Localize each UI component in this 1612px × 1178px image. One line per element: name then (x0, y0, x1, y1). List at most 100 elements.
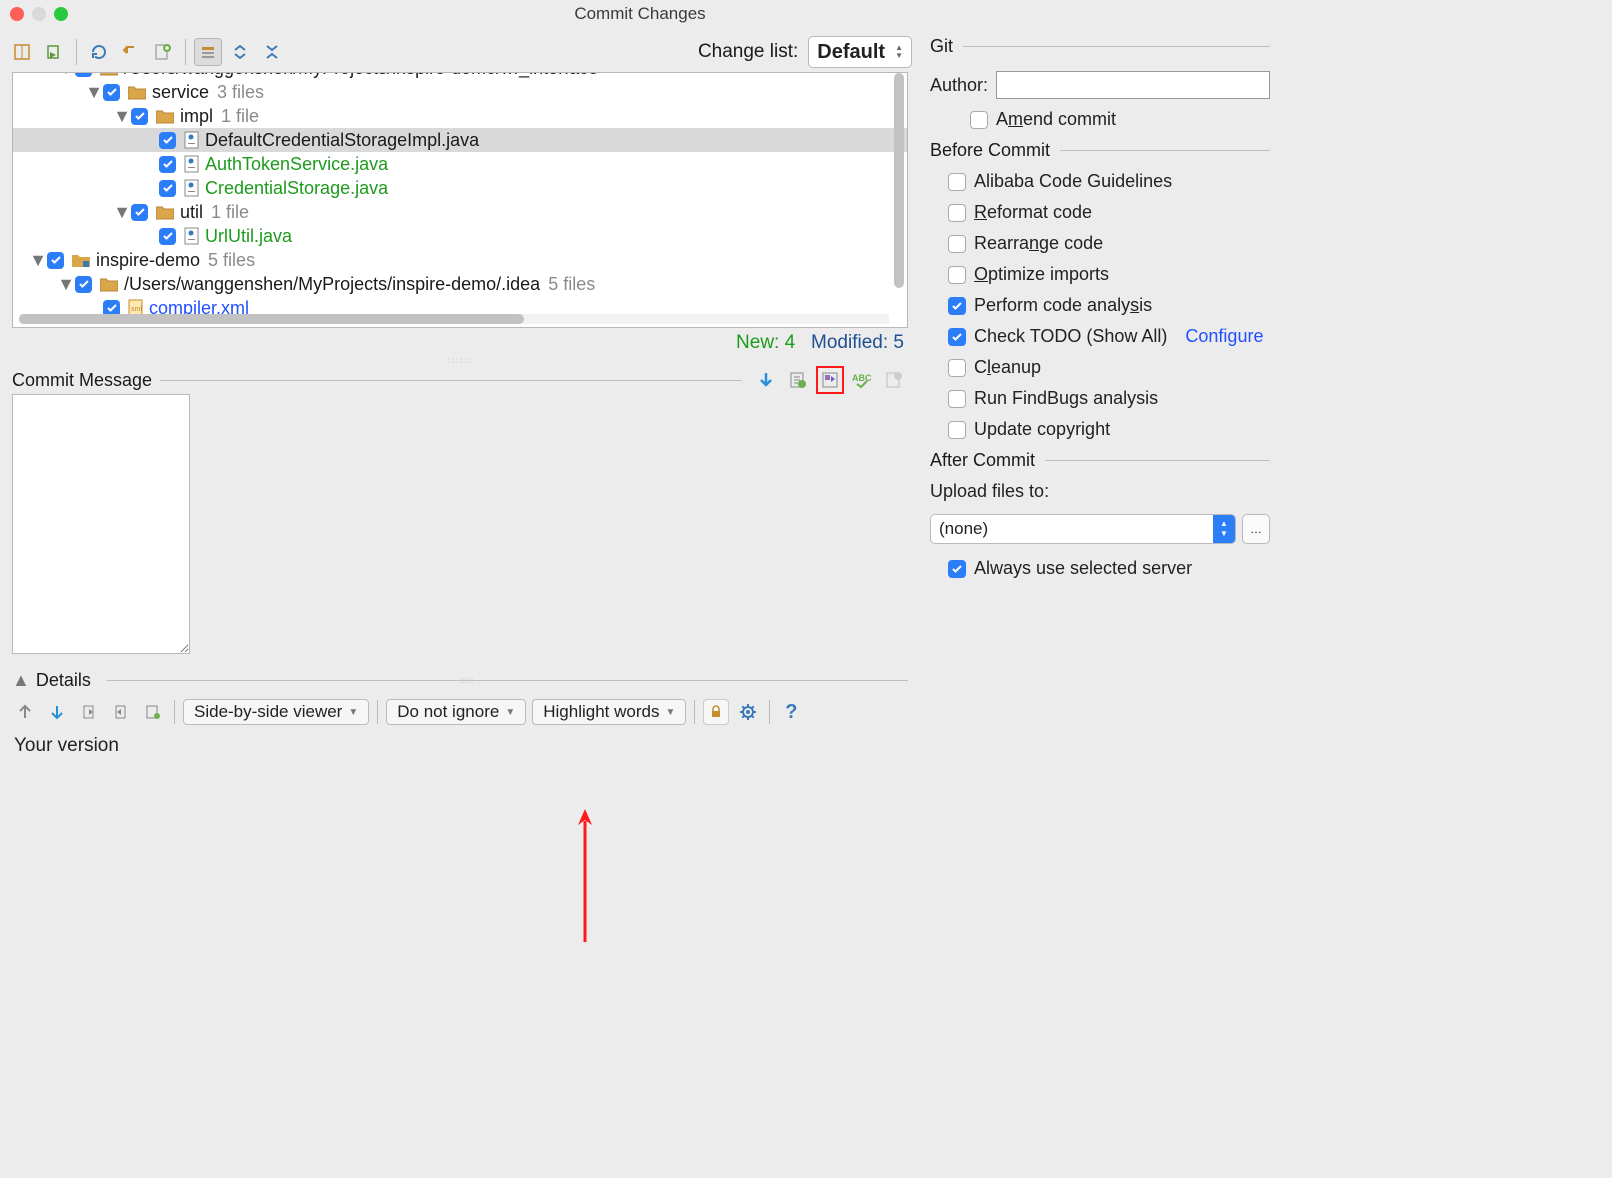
expand-icon[interactable]: ▼ (87, 85, 101, 99)
refresh-icon[interactable] (85, 38, 113, 66)
file-count: 1 file (211, 200, 249, 224)
file-name: service (152, 80, 209, 104)
vertical-scrollbar[interactable] (894, 73, 904, 318)
revert-icon[interactable] (117, 38, 145, 66)
file-name: /Users/wanggenshen/MyProjects/inspire-de… (124, 272, 540, 296)
splitter-grip[interactable]: :::::: (0, 354, 920, 366)
move-to-changelist-icon[interactable] (40, 38, 68, 66)
viewer-mode-select[interactable]: Side-by-side viewer▼ (183, 699, 369, 725)
findbugs-checkbox[interactable] (948, 390, 966, 408)
tree-row[interactable]: ▼ inspire-demo 5 files (13, 248, 907, 272)
alibaba-checkbox[interactable] (948, 173, 966, 191)
lock-icon[interactable] (703, 699, 729, 725)
group-by-icon[interactable] (194, 38, 222, 66)
file-checkbox[interactable] (103, 84, 120, 101)
changes-tree[interactable]: ▼ /Users/wanggenshen/MyProjects/inspire-d… (12, 72, 908, 328)
file-count: 3 files (217, 80, 264, 104)
show-diff-icon[interactable] (8, 38, 36, 66)
file-checkbox[interactable] (159, 180, 176, 197)
commit-message-from-vcs-icon[interactable] (816, 366, 844, 394)
analysis-checkbox[interactable] (948, 297, 966, 315)
spell-check-icon[interactable]: ABC (848, 366, 876, 394)
file-checkbox[interactable] (159, 132, 176, 149)
window-title: Commit Changes (0, 4, 1280, 24)
upload-server-select[interactable]: (none) ▲▼ (930, 514, 1236, 544)
compare-prev-file-icon[interactable] (76, 699, 102, 725)
amend-checkbox[interactable] (970, 111, 988, 129)
tree-row[interactable]: CredentialStorage.java (13, 176, 907, 200)
file-checkbox[interactable] (47, 252, 64, 269)
file-checkbox[interactable] (159, 228, 176, 245)
upload-select-arrows-icon: ▲▼ (1213, 515, 1235, 543)
changes-summary: New: 4 Modified: 5 (0, 328, 920, 354)
prev-change-icon[interactable] (12, 699, 38, 725)
tree-row[interactable]: UrlUtil.java (13, 224, 907, 248)
file-name: inspire-demo (96, 248, 200, 272)
top-toolbar: Change list: Default ▲▼ (0, 32, 920, 72)
expand-icon[interactable]: ▼ (115, 109, 129, 123)
tree-row[interactable]: ▼ service 3 files (13, 80, 907, 104)
todo-checkbox[interactable] (948, 328, 966, 346)
commit-message-input[interactable] (12, 394, 190, 654)
file-name: CredentialStorage.java (205, 176, 388, 200)
details-section-header[interactable]: ▲ Details :::::: (0, 667, 920, 693)
file-count: 5 files (208, 248, 255, 272)
changelist-value: Default (817, 41, 885, 64)
expand-all-icon[interactable] (226, 38, 254, 66)
svg-text:xml: xml (131, 306, 142, 313)
highlight-mode-select[interactable]: Highlight words▼ (532, 699, 686, 725)
collapse-all-icon[interactable] (258, 38, 286, 66)
jump-to-source-icon[interactable] (140, 699, 166, 725)
file-checkbox[interactable] (131, 108, 148, 125)
compare-next-file-icon[interactable] (108, 699, 134, 725)
new-changelist-icon[interactable] (149, 38, 177, 66)
diff-toolbar: Side-by-side viewer▼ Do not ignore▼ High… (0, 693, 920, 731)
optimize-checkbox[interactable] (948, 266, 966, 284)
file-checkbox[interactable] (131, 204, 148, 221)
details-label: Details (36, 670, 91, 691)
file-checkbox[interactable] (75, 276, 92, 293)
horizontal-scrollbar[interactable] (19, 314, 889, 324)
rearrange-checkbox[interactable] (948, 235, 966, 253)
before-commit-section-label: Before Commit (930, 140, 1050, 161)
tree-row[interactable]: DefaultCredentialStorageImpl.java (13, 128, 907, 152)
tree-row[interactable]: ▼ /Users/wanggenshen/MyProjects/inspire-d… (13, 272, 907, 296)
annotation-arrow (575, 809, 595, 942)
tree-row[interactable]: AuthTokenService.java (13, 152, 907, 176)
expand-icon[interactable]: ▼ (115, 205, 129, 219)
next-change-icon[interactable] (44, 699, 70, 725)
always-server-checkbox[interactable] (948, 560, 966, 578)
copyright-checkbox[interactable] (948, 421, 966, 439)
changelist-spinner-icon: ▲▼ (895, 44, 903, 60)
file-name: DefaultCredentialStorageImpl.java (205, 128, 479, 152)
upload-to-label: Upload files to: (930, 471, 1270, 508)
upload-server-browse-button[interactable]: … (1242, 514, 1270, 544)
file-name: AuthTokenService.java (205, 152, 388, 176)
file-checkbox[interactable] (159, 156, 176, 173)
tree-row[interactable]: ▼ util 1 file (13, 200, 907, 224)
reformat-checkbox[interactable] (948, 204, 966, 222)
titlebar: Commit Changes (0, 0, 1280, 28)
ignore-mode-select[interactable]: Do not ignore▼ (386, 699, 526, 725)
file-name: impl (180, 104, 213, 128)
author-input[interactable] (996, 71, 1270, 99)
expand-icon[interactable]: ▼ (59, 277, 73, 291)
history-arrow-icon[interactable] (752, 366, 780, 394)
file-name: /Users/wanggenshen/MyProjects/inspire-de… (124, 72, 598, 80)
file-count: 1 file (221, 104, 259, 128)
expand-icon[interactable]: ▼ (31, 253, 45, 267)
settings-gear-icon[interactable] (735, 699, 761, 725)
file-checkbox[interactable] (75, 72, 92, 77)
configure-link[interactable]: Configure (1185, 326, 1263, 347)
details-expand-icon[interactable]: ▲ (12, 670, 30, 691)
tree-row[interactable]: ▼ impl 1 file (13, 104, 907, 128)
changelist-select[interactable]: Default ▲▼ (808, 36, 912, 68)
file-name: util (180, 200, 203, 224)
tree-row[interactable]: ▼ /Users/wanggenshen/MyProjects/inspire-d… (13, 72, 907, 80)
cleanup-checkbox[interactable] (948, 359, 966, 377)
expand-icon[interactable]: ▼ (59, 72, 73, 75)
your-version-label: Your version (0, 731, 920, 761)
help-icon[interactable]: ? (778, 699, 804, 725)
commit-message-history-icon[interactable] (784, 366, 812, 394)
file-name: UrlUtil.java (205, 224, 292, 248)
